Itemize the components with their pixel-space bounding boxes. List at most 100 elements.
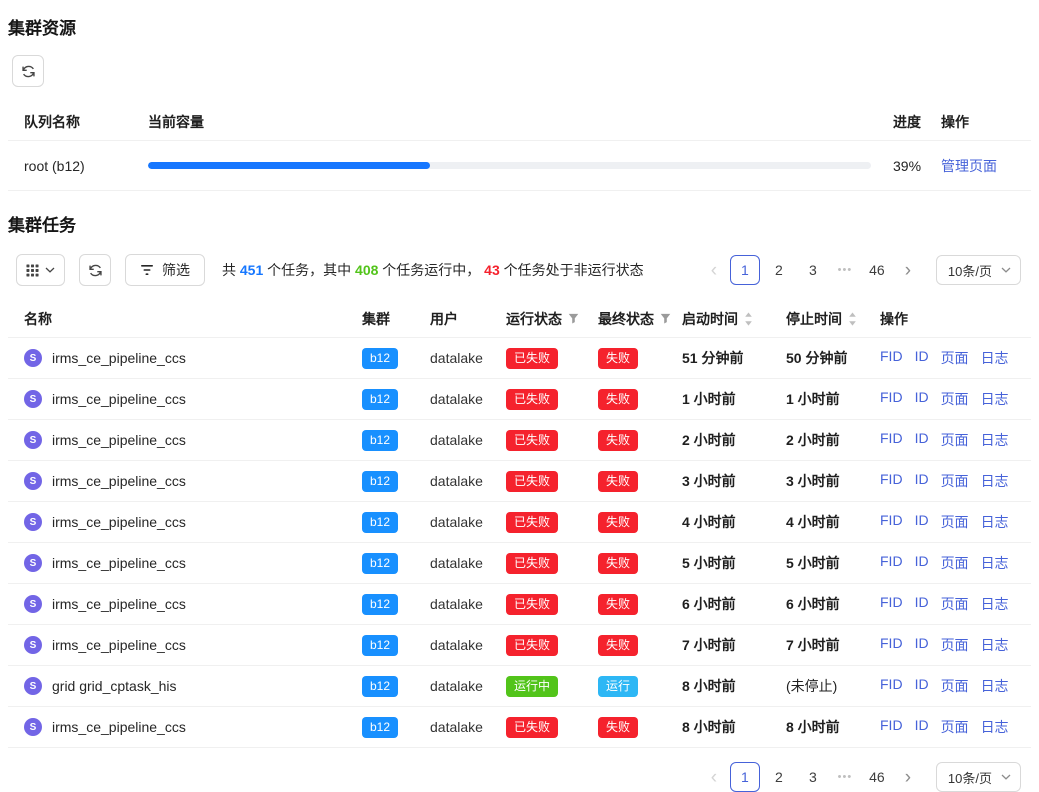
page-button-1[interactable]: 1: [730, 762, 760, 792]
log-link[interactable]: 日志: [981, 512, 1009, 532]
fid-link[interactable]: FID: [880, 348, 903, 368]
id-link[interactable]: ID: [915, 512, 929, 532]
page-button-3[interactable]: 3: [798, 255, 828, 285]
user-name: datalake: [430, 555, 506, 571]
id-link[interactable]: ID: [915, 348, 929, 368]
jump-pages-ellipsis[interactable]: •••: [830, 264, 860, 276]
next-page-button[interactable]: ›: [894, 762, 922, 792]
log-link[interactable]: 日志: [981, 430, 1009, 450]
task-row: S irms_ce_pipeline_ccs b12 datalake 已失败 …: [8, 461, 1031, 502]
page-button-46[interactable]: 46: [862, 255, 892, 285]
avatar: S: [24, 390, 42, 408]
col-final-status[interactable]: 最终状态: [598, 309, 682, 329]
avatar: S: [24, 472, 42, 490]
page-button-3[interactable]: 3: [798, 762, 828, 792]
page-link[interactable]: 页面: [941, 594, 969, 614]
summary-text: 共: [222, 262, 240, 278]
id-link[interactable]: ID: [915, 717, 929, 737]
refresh-tasks-button[interactable]: [79, 254, 111, 286]
fid-link[interactable]: FID: [880, 717, 903, 737]
jump-pages-ellipsis[interactable]: •••: [830, 771, 860, 783]
prev-page-button[interactable]: ‹: [700, 255, 728, 285]
chevron-down-icon: [1001, 267, 1011, 273]
page-size-value: 10条/页: [948, 261, 992, 280]
page-button-2[interactable]: 2: [764, 762, 794, 792]
prev-page-button[interactable]: ‹: [700, 762, 728, 792]
stop-time: 8 小时前: [786, 717, 880, 737]
summary-text: 个任务运行中，: [378, 262, 484, 278]
user-name: datalake: [430, 350, 506, 366]
page-size-select-bottom[interactable]: 10条/页: [936, 762, 1021, 792]
page-link[interactable]: 页面: [941, 471, 969, 491]
task-row: S irms_ce_pipeline_ccs b12 datalake 已失败 …: [8, 420, 1031, 461]
id-link[interactable]: ID: [915, 430, 929, 450]
page-link[interactable]: 页面: [941, 430, 969, 450]
page-button-46[interactable]: 46: [862, 762, 892, 792]
cluster-badge: b12: [362, 594, 398, 615]
resources-table-header: 队列名称 当前容量 进度 操作: [8, 103, 1031, 141]
page-link[interactable]: 页面: [941, 389, 969, 409]
fid-link[interactable]: FID: [880, 512, 903, 532]
fid-link[interactable]: FID: [880, 430, 903, 450]
refresh-resources-button[interactable]: [12, 55, 44, 87]
col-name: 名称: [24, 309, 362, 329]
fid-link[interactable]: FID: [880, 471, 903, 491]
log-link[interactable]: 日志: [981, 389, 1009, 409]
fid-link[interactable]: FID: [880, 389, 903, 409]
next-page-button[interactable]: ›: [894, 255, 922, 285]
column-settings-button[interactable]: [16, 254, 65, 286]
page-button-1[interactable]: 1: [730, 255, 760, 285]
id-link[interactable]: ID: [915, 471, 929, 491]
user-name: datalake: [430, 514, 506, 530]
page-button-2[interactable]: 2: [764, 255, 794, 285]
fid-link[interactable]: FID: [880, 594, 903, 614]
stop-time: 6 小时前: [786, 594, 880, 614]
log-link[interactable]: 日志: [981, 594, 1009, 614]
sorter-icon[interactable]: [744, 312, 753, 326]
col-user: 用户: [430, 309, 506, 329]
fid-link[interactable]: FID: [880, 553, 903, 573]
bottom-pagination-bar: ‹123•••46› 10条/页: [0, 762, 1021, 792]
page-link[interactable]: 页面: [941, 676, 969, 696]
filter-funnel-icon[interactable]: [660, 313, 671, 324]
log-link[interactable]: 日志: [981, 676, 1009, 696]
col-cluster: 集群: [362, 309, 430, 329]
page-link[interactable]: 页面: [941, 635, 969, 655]
stop-time: 50 分钟前: [786, 348, 880, 368]
log-link[interactable]: 日志: [981, 553, 1009, 573]
task-row: S irms_ce_pipeline_ccs b12 datalake 已失败 …: [8, 707, 1031, 748]
id-link[interactable]: ID: [915, 553, 929, 573]
page-link[interactable]: 页面: [941, 553, 969, 573]
page-size-select[interactable]: 10条/页: [936, 255, 1021, 285]
filter-funnel-icon[interactable]: [568, 313, 579, 324]
col-action: 操作: [880, 309, 1031, 329]
page-size-value: 10条/页: [948, 768, 992, 787]
page-link[interactable]: 页面: [941, 348, 969, 368]
id-link[interactable]: ID: [915, 635, 929, 655]
cluster-resources-title: 集群资源: [0, 0, 1039, 39]
manage-page-link[interactable]: 管理页面: [941, 158, 997, 174]
fid-link[interactable]: FID: [880, 635, 903, 655]
col-run-status[interactable]: 运行状态: [506, 309, 598, 329]
row-actions: FID ID 页面日志: [880, 471, 1031, 491]
filter-button[interactable]: 筛选: [125, 254, 205, 286]
page-link[interactable]: 页面: [941, 512, 969, 532]
log-link[interactable]: 日志: [981, 348, 1009, 368]
col-stop-time[interactable]: 停止时间: [786, 309, 880, 329]
row-actions: FID ID 页面日志: [880, 635, 1031, 655]
id-link[interactable]: ID: [915, 676, 929, 696]
run-status-badge: 已失败: [506, 553, 558, 574]
filter-button-label: 筛选: [162, 260, 190, 280]
page-link[interactable]: 页面: [941, 717, 969, 737]
sorter-icon[interactable]: [848, 312, 857, 326]
chevron-down-icon: [1001, 774, 1011, 780]
id-link[interactable]: ID: [915, 594, 929, 614]
fid-link[interactable]: FID: [880, 676, 903, 696]
log-link[interactable]: 日志: [981, 471, 1009, 491]
chevron-down-icon: [45, 267, 55, 273]
log-link[interactable]: 日志: [981, 717, 1009, 737]
id-link[interactable]: ID: [915, 389, 929, 409]
task-row: S irms_ce_pipeline_ccs b12 datalake 已失败 …: [8, 625, 1031, 666]
col-start-time[interactable]: 启动时间: [682, 309, 786, 329]
log-link[interactable]: 日志: [981, 635, 1009, 655]
